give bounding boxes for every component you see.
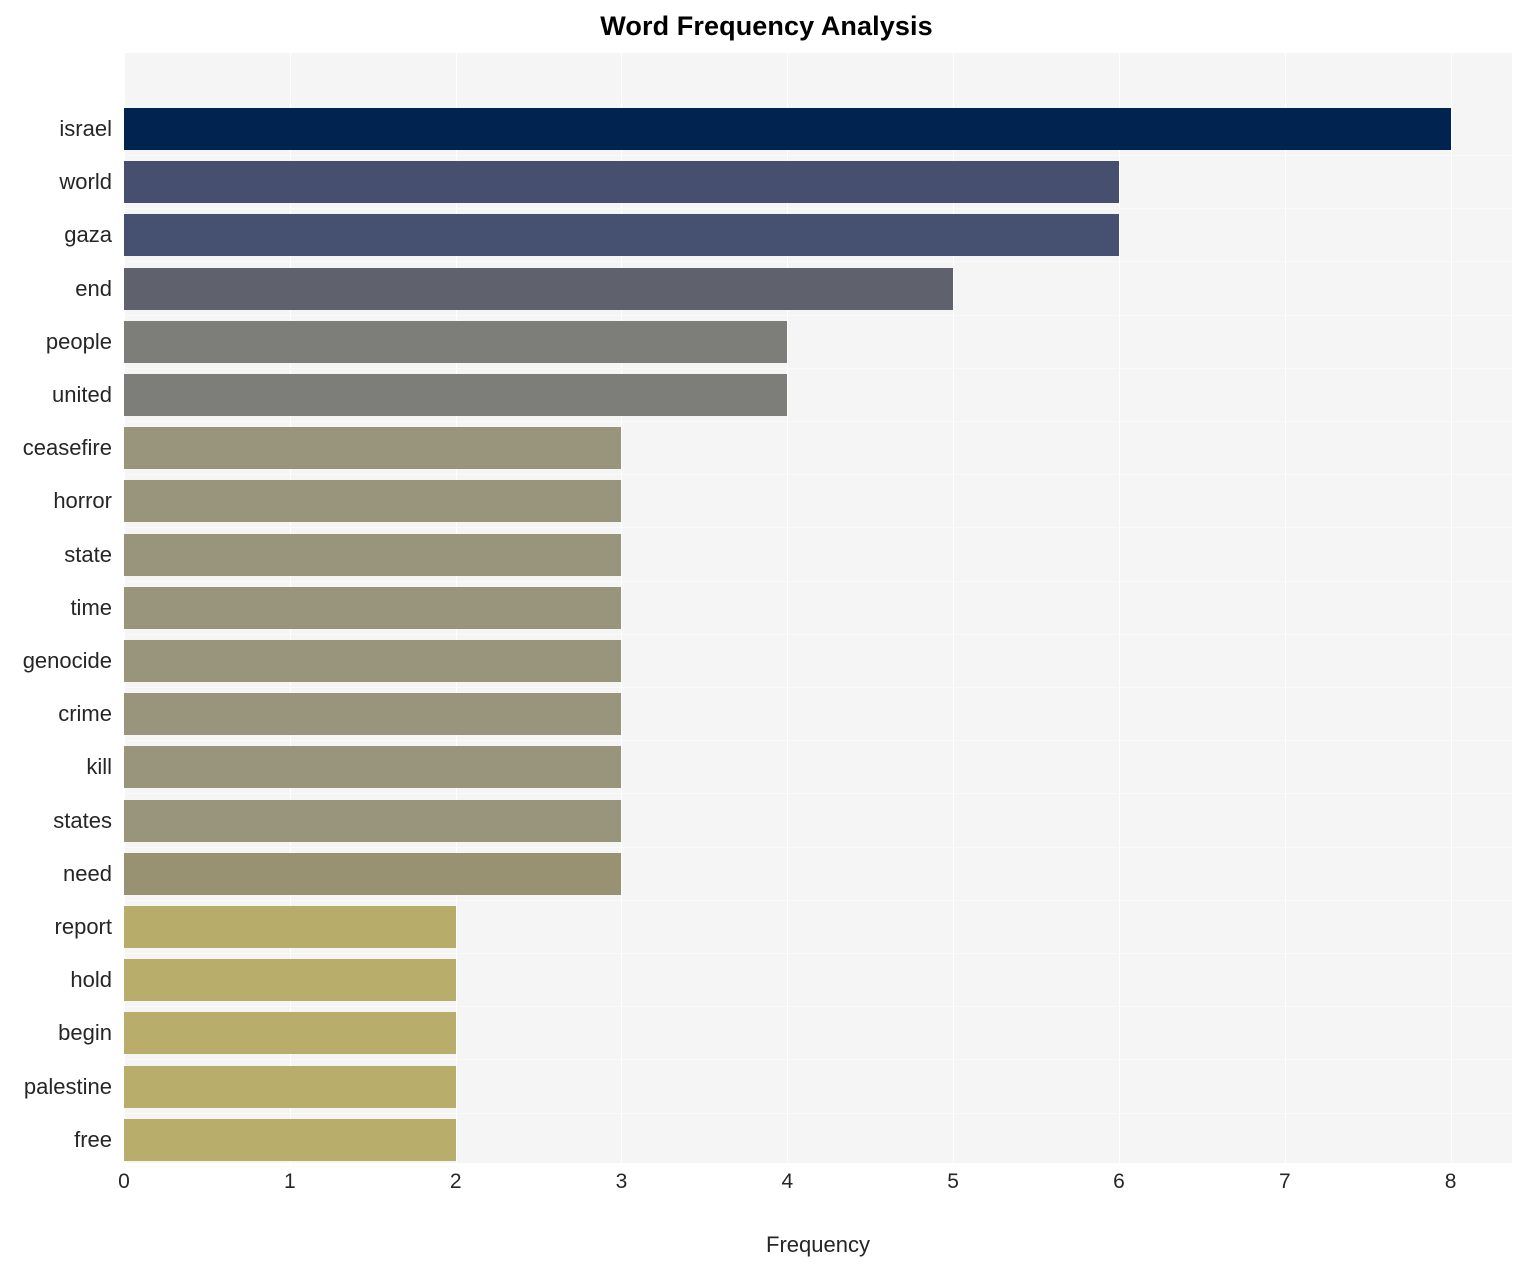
y-tick-label-israel: israel bbox=[59, 116, 112, 141]
chart-title: Word Frequency Analysis bbox=[600, 11, 933, 41]
y-tick-label-united: united bbox=[52, 382, 112, 407]
y-tick-label-need: need bbox=[63, 860, 112, 886]
bar-state[interactable] bbox=[124, 533, 622, 576]
y-tick-label-ceasefire: ceasefire bbox=[22, 435, 112, 461]
bar-free[interactable] bbox=[124, 1118, 456, 1161]
bar-end[interactable] bbox=[124, 267, 954, 310]
x-tick-label-1: 1 bbox=[283, 1170, 296, 1193]
bar-hold[interactable] bbox=[124, 959, 456, 1002]
x-tick-label-5: 5 bbox=[947, 1170, 959, 1193]
x-axis-tick-labels: 0 1 2 3 4 5 6 7 8 bbox=[0, 1170, 1533, 1204]
y-tick-label-report: report bbox=[54, 914, 112, 939]
x-tick-label-7: 7 bbox=[1278, 1170, 1291, 1193]
bar-palestine[interactable] bbox=[124, 1065, 456, 1108]
y-tick-label-kill: kill bbox=[86, 754, 112, 780]
bars-container bbox=[124, 53, 1512, 1163]
bar-israel[interactable] bbox=[124, 108, 1451, 150]
bar-world[interactable] bbox=[124, 161, 1119, 204]
bar-horror[interactable] bbox=[124, 480, 622, 523]
y-tick-label-end: end bbox=[75, 275, 112, 301]
bar-genocide[interactable] bbox=[124, 640, 622, 682]
y-tick-label-time: time bbox=[70, 594, 112, 620]
bar-ceasefire[interactable] bbox=[124, 427, 622, 470]
bar-united[interactable] bbox=[124, 374, 788, 416]
y-tick-label-world: world bbox=[59, 169, 112, 195]
y-tick-label-crime: crime bbox=[58, 701, 112, 727]
bar-states[interactable] bbox=[124, 799, 622, 842]
word-frequency-chart: Word Frequency Analysis israel world gaza e… bbox=[0, 0, 1533, 1282]
bar-need[interactable] bbox=[124, 852, 622, 895]
y-tick-label-begin: begin bbox=[58, 1020, 112, 1046]
y-tick-label-state: state bbox=[64, 541, 112, 567]
bar-kill[interactable] bbox=[124, 746, 622, 789]
plot-area bbox=[124, 53, 1512, 1167]
gridline-y bbox=[124, 1166, 1512, 1167]
x-tick-label-0: 0 bbox=[118, 1170, 130, 1193]
bar-time[interactable] bbox=[124, 586, 622, 629]
bar-crime[interactable] bbox=[124, 693, 622, 736]
y-tick-label-free: free bbox=[74, 1126, 112, 1152]
x-tick-label-8: 8 bbox=[1444, 1170, 1457, 1193]
x-tick-label-3: 3 bbox=[615, 1170, 628, 1193]
x-tick-label-2: 2 bbox=[449, 1170, 462, 1193]
y-axis-tick-labels: israel world gaza end people united ceasefire h… bbox=[0, 53, 124, 1163]
bar-report[interactable] bbox=[124, 906, 456, 948]
y-tick-label-gaza: gaza bbox=[64, 222, 112, 248]
x-axis-title: Frequency bbox=[766, 1232, 870, 1257]
y-tick-label-palestine: palestine bbox=[23, 1073, 112, 1099]
bar-people[interactable] bbox=[124, 320, 788, 363]
y-tick-label-people: people bbox=[45, 328, 112, 354]
x-tick-label-6: 6 bbox=[1113, 1170, 1125, 1193]
bar-begin[interactable] bbox=[124, 1012, 456, 1055]
x-tick-label-4: 4 bbox=[781, 1170, 794, 1193]
y-tick-label-genocide: genocide bbox=[22, 648, 112, 673]
y-tick-label-states: states bbox=[53, 807, 112, 833]
bar-gaza[interactable] bbox=[124, 214, 1119, 257]
y-tick-label-hold: hold bbox=[70, 967, 112, 993]
y-tick-label-horror: horror bbox=[53, 488, 112, 514]
